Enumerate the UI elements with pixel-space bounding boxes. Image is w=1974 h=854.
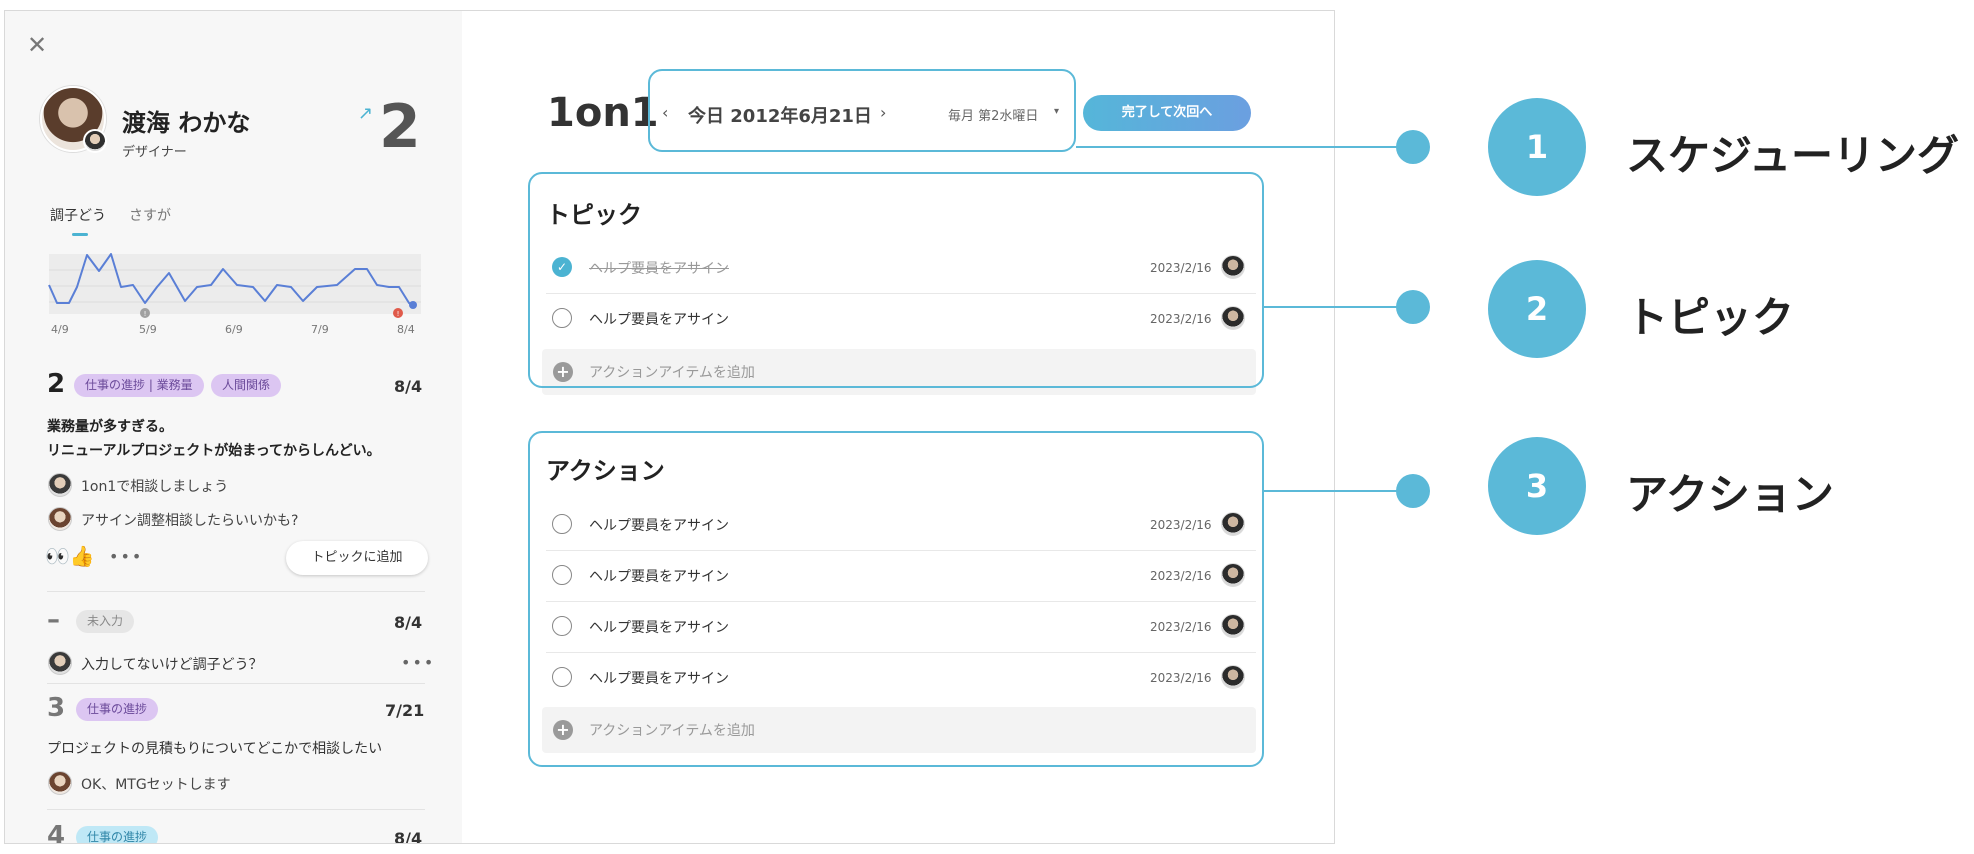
divider <box>47 683 425 684</box>
entry-date: 8/4 <box>394 829 423 843</box>
comment-text: 入力してないけど調子どう？ <box>81 657 263 673</box>
comment-avatar <box>48 507 72 531</box>
sidebar: ✕ 渡海 わかな デザイナー ↗ 2 調子どう さすが ! ! 4/9 5/9 … <box>5 11 462 843</box>
close-icon[interactable]: ✕ <box>27 33 47 57</box>
page-title: 1on1 <box>547 90 659 136</box>
svg-text:!: ! <box>397 310 400 318</box>
entry-score: 3 <box>47 693 66 723</box>
manager-avatar <box>83 129 107 153</box>
tick-label: 8/4 <box>397 323 415 335</box>
more-icon[interactable]: ••• <box>401 653 435 672</box>
callout-label: アクション <box>1626 470 1834 519</box>
entry-tag: 仕事の進捗 <box>76 826 159 843</box>
entry-date: 7/21 <box>385 701 425 720</box>
svg-text:!: ! <box>144 310 147 318</box>
tick-label: 6/9 <box>225 323 243 335</box>
highlight-scheduling <box>648 69 1076 152</box>
entry-date: 8/4 <box>394 613 423 632</box>
connector-dot <box>1396 130 1430 164</box>
connector-line <box>1264 306 1412 308</box>
entry-body: リニューアルプロジェクトが始まってからしんどい。 <box>47 443 381 459</box>
highlight-actions <box>528 431 1264 767</box>
callout-number: 1 <box>1488 98 1586 196</box>
user-role: デザイナー <box>122 145 187 160</box>
tab-praise[interactable]: さすが <box>129 205 171 225</box>
highlight-topics <box>528 172 1264 388</box>
connector-dot <box>1396 290 1430 324</box>
add-to-topic-button[interactable]: トピックに追加 <box>286 541 428 575</box>
entry-body: プロジェクトの見積もりについてどこかで相談したい <box>47 741 383 757</box>
comment-text: OK、MTGセットします <box>81 777 231 793</box>
entry-tag: 仕事の進捗 | 業務量 <box>74 374 204 397</box>
complete-next-button[interactable]: 完了して次回へ <box>1083 95 1251 131</box>
reactions[interactable]: 👀👍 <box>45 544 95 568</box>
comment-avatar <box>48 771 72 795</box>
callout-label: トピック <box>1626 293 1795 342</box>
connector-line <box>1076 146 1412 148</box>
connector-line <box>1264 490 1412 492</box>
tick-label: 4/9 <box>51 323 69 335</box>
divider <box>47 809 425 810</box>
entry-tag: 人間関係 <box>211 374 282 397</box>
connector-dot <box>1396 474 1430 508</box>
tick-label: 7/9 <box>311 323 329 335</box>
callout-label: スケジューリング <box>1626 131 1960 180</box>
condition-chart: ! ! 4/9 5/9 6/9 7/9 8/4 <box>48 253 421 335</box>
entry-tag: 未入力 <box>76 610 135 633</box>
comment-text: アサイン調整相談したらいいかも? <box>81 513 299 529</box>
more-icon[interactable]: ••• <box>109 547 143 566</box>
entry-score: 4 <box>47 821 66 843</box>
user-name: 渡海 わかな <box>122 109 251 137</box>
entry-score: – <box>47 605 60 635</box>
divider <box>47 591 425 592</box>
entry-date: 8/4 <box>394 377 423 396</box>
latest-point <box>409 301 417 309</box>
comment-avatar <box>48 473 72 497</box>
entry-tag: 仕事の進捗 <box>76 698 159 721</box>
condition-score: 2 <box>379 92 421 162</box>
callout-number: 3 <box>1488 437 1586 535</box>
active-tab-indicator <box>72 233 88 236</box>
entry-score: 2 <box>47 369 66 399</box>
comment-avatar <box>48 651 72 675</box>
tick-label: 5/9 <box>139 323 157 335</box>
tab-condition[interactable]: 調子どう <box>50 205 106 225</box>
comment-text: 1on1で相談しましょう <box>81 479 229 495</box>
entry-body: 業務量が多すぎる。 <box>47 419 173 435</box>
callout-number: 2 <box>1488 260 1586 358</box>
trend-up-icon: ↗ <box>358 103 374 124</box>
